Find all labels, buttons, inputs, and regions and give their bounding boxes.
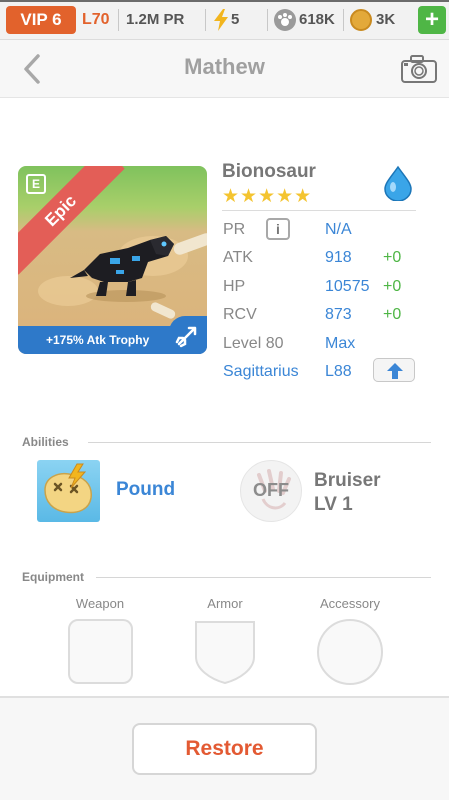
zodiac-upgrade-button[interactable]: [373, 358, 415, 382]
status-bar: VIP 6 L70 1.2M PR 5 618K 3K +: [0, 0, 449, 40]
weapon-slot-label: Weapon: [75, 596, 125, 611]
stat-label-hp: HP: [223, 278, 246, 295]
stat-value-hp: 10575: [325, 278, 370, 295]
stat-label-atk: ATK: [223, 249, 253, 266]
restore-button[interactable]: Restore: [132, 723, 317, 775]
stat-label-pr: PR: [223, 221, 246, 238]
creature-name: Bionosaur: [222, 161, 316, 182]
passive-off-status: OFF: [253, 480, 289, 500]
energy-count: 5: [231, 11, 240, 28]
top-edge-line: [0, 0, 449, 2]
coin-icon: [350, 9, 372, 31]
paw-currency-count: 618K: [299, 11, 335, 28]
stat-bonus-hp: +0: [383, 278, 402, 295]
creature-card[interactable]: Epic E +175% Atk Trophy: [18, 166, 207, 354]
abilities-section-title: Abilities: [22, 435, 69, 449]
weapon-slot[interactable]: [68, 619, 133, 684]
stat-value-rcv: 873: [325, 306, 352, 323]
passive-ability-name: Bruiser: [314, 470, 381, 491]
paw-icon: [274, 9, 296, 31]
app-root: VIP 6 L70 1.2M PR 5 618K 3K + Mathew Epi…: [0, 0, 449, 800]
coin-count: 3K: [376, 11, 396, 28]
accessory-slot-label: Accessory: [320, 596, 380, 611]
vip-badge[interactable]: VIP 6: [6, 6, 76, 34]
pr-info-button[interactable]: i: [266, 218, 290, 240]
stat-label-rcv: RCV: [223, 306, 257, 323]
armor-slot[interactable]: [192, 619, 258, 685]
stat-label-level: Level 80: [223, 335, 284, 352]
stats-divider: [222, 210, 416, 211]
creature-portrait-icon: [70, 236, 174, 302]
up-arrow-icon: [387, 363, 403, 379]
active-ability-name[interactable]: Pound: [116, 479, 175, 501]
add-currency-button[interactable]: +: [418, 6, 446, 34]
star-rating: ★★★★★: [222, 186, 313, 207]
player-level: L70: [82, 11, 110, 28]
divider: [205, 9, 206, 31]
back-chevron-icon[interactable]: [18, 52, 48, 86]
player-pr: 1.2M PR: [126, 11, 185, 28]
zodiac-link[interactable]: Sagittarius: [223, 363, 299, 381]
divider: [267, 9, 268, 31]
rocket-icon: [175, 326, 197, 348]
camera-icon[interactable]: [400, 54, 438, 84]
equipment-section-title: Equipment: [22, 570, 84, 584]
abilities-divider: [88, 442, 431, 443]
stat-value-pr: N/A: [325, 221, 352, 238]
zodiac-level: L88: [325, 363, 352, 380]
water-element-icon: [384, 165, 412, 201]
card-corner: [169, 316, 207, 354]
stat-bonus-atk: +0: [383, 249, 402, 266]
divider: [118, 9, 119, 31]
stat-value-level: Max: [325, 335, 356, 352]
lightning-icon: [214, 9, 228, 31]
page-header: Mathew: [0, 40, 449, 98]
pound-ability-icon[interactable]: [37, 460, 100, 522]
stat-value-atk: 918: [325, 249, 352, 266]
element-badge: E: [26, 174, 46, 194]
page-title: Mathew: [184, 54, 265, 79]
equipment-divider: [96, 577, 431, 578]
passive-ability-level: LV 1: [314, 494, 353, 515]
accessory-slot[interactable]: [317, 619, 383, 685]
divider: [343, 9, 344, 31]
armor-slot-label: Armor: [207, 596, 243, 611]
stat-bonus-rcv: +0: [383, 306, 402, 323]
